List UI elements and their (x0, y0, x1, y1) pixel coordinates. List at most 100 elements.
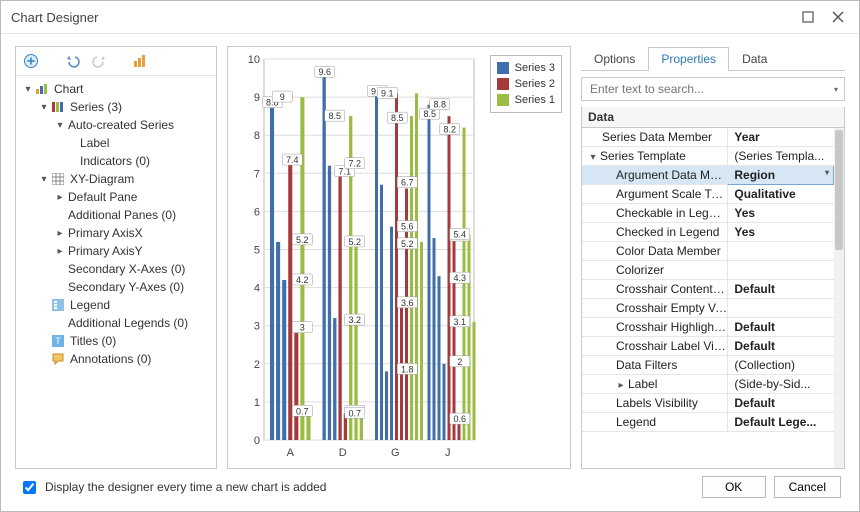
chart-preview-panel: Series 3 Series 2 Series 1 012345678910A… (227, 46, 571, 469)
svg-text:8.2: 8.2 (443, 125, 456, 135)
svg-text:4.3: 4.3 (453, 273, 466, 283)
property-row[interactable]: Argument Scale TypeQualitative (582, 185, 834, 204)
tree-node-autocreated[interactable]: ▾Auto-created Series (20, 116, 212, 134)
legend-icon (50, 298, 66, 312)
tree-node-annotations[interactable]: Annotations (0) (20, 350, 212, 368)
tree-node-additionalpanes[interactable]: Additional Panes (0) (20, 206, 212, 224)
series-icon (50, 100, 66, 114)
close-icon[interactable] (827, 6, 849, 28)
tree-node-secondaryx[interactable]: Secondary X-Axes (0) (20, 260, 212, 278)
tree-node-secondaryy[interactable]: Secondary Y-Axes (0) (20, 278, 212, 296)
tab-properties[interactable]: Properties (648, 47, 729, 71)
tree-node-primaryaxisy[interactable]: ▸Primary AxisY (20, 242, 212, 260)
tree-node-legend[interactable]: Legend (20, 296, 212, 314)
property-row[interactable]: Series Data MemberYear (582, 128, 834, 147)
svg-text:A: A (287, 447, 295, 459)
tree-node-chart[interactable]: ▾Chart (20, 80, 212, 98)
tree-node-addlegends[interactable]: Additional Legends (0) (20, 314, 212, 332)
window-title: Chart Designer (11, 10, 98, 25)
svg-text:D: D (339, 447, 347, 459)
cancel-button[interactable]: Cancel (774, 476, 841, 498)
chart-icon (34, 82, 50, 96)
svg-text:1: 1 (254, 397, 260, 409)
chart-preview: Series 3 Series 2 Series 1 012345678910A… (227, 46, 571, 469)
svg-text:8: 8 (254, 130, 260, 142)
svg-text:7.4: 7.4 (286, 155, 299, 165)
svg-text:0: 0 (254, 435, 260, 447)
property-row[interactable]: Checkable in LegendYes (582, 204, 834, 223)
display-designer-checkbox[interactable]: Display the designer every time a new ch… (19, 478, 326, 497)
titlebar: Chart Designer (1, 1, 859, 34)
tree-node-titles[interactable]: TTitles (0) (20, 332, 212, 350)
scrollbar[interactable] (834, 128, 844, 468)
redo-icon[interactable] (90, 52, 108, 70)
tab-data[interactable]: Data (729, 47, 780, 71)
svg-text:8.5: 8.5 (391, 113, 404, 123)
svg-text:6.7: 6.7 (401, 178, 414, 188)
property-row[interactable]: Data Filters(Collection) (582, 356, 834, 375)
search-input[interactable] (588, 81, 830, 97)
svg-text:7: 7 (254, 168, 260, 180)
property-row[interactable]: Color Data Member (582, 242, 834, 261)
svg-text:7.2: 7.2 (348, 159, 361, 169)
tree-node-primaryaxisx[interactable]: ▸Primary AxisX (20, 224, 212, 242)
property-row[interactable]: Crosshair Highlight Po...Default (582, 318, 834, 337)
svg-text:8.8: 8.8 (433, 100, 446, 110)
svg-text:10: 10 (248, 54, 260, 66)
property-row[interactable]: Checked in LegendYes (582, 223, 834, 242)
property-row[interactable]: Colorizer (582, 261, 834, 280)
property-row[interactable]: LegendDefault Lege... (582, 413, 834, 432)
tree-node-label[interactable]: Label (20, 134, 212, 152)
svg-text:4.2: 4.2 (296, 275, 309, 285)
structure-toolbar (16, 47, 216, 76)
svg-text:3: 3 (300, 323, 305, 333)
svg-text:8.5: 8.5 (328, 111, 341, 121)
svg-text:0.7: 0.7 (296, 406, 309, 416)
svg-text:0.6: 0.6 (453, 414, 466, 424)
property-row[interactable]: Crosshair Label VisibilityDefault (582, 337, 834, 356)
tab-options[interactable]: Options (581, 47, 648, 71)
add-icon[interactable] (22, 52, 40, 70)
maximize-icon[interactable] (797, 6, 819, 28)
property-row[interactable]: Labels VisibilityDefault (582, 394, 834, 413)
undo-icon[interactable] (64, 52, 82, 70)
structure-tree[interactable]: ▾Chart ▾Series (3) ▾Auto-created Series … (16, 76, 216, 468)
svg-text:T: T (55, 336, 61, 346)
grid-icon (50, 172, 66, 186)
svg-text:9.6: 9.6 (318, 67, 331, 77)
svg-text:3.6: 3.6 (401, 298, 414, 308)
svg-text:9: 9 (280, 92, 285, 102)
chart-type-icon[interactable] (132, 52, 150, 70)
property-search[interactable]: ▾ (581, 77, 845, 101)
svg-text:5.2: 5.2 (348, 237, 361, 247)
property-row[interactable]: Crosshair Content Sh...Default (582, 280, 834, 299)
tree-node-series[interactable]: ▾Series (3) (20, 98, 212, 116)
svg-text:3.2: 3.2 (348, 315, 361, 325)
structure-panel: ▾Chart ▾Series (3) ▾Auto-created Series … (15, 46, 217, 469)
svg-text:5.2: 5.2 (401, 239, 414, 249)
property-row[interactable]: Crosshair Empty Valu... (582, 299, 834, 318)
ok-button[interactable]: OK (702, 476, 766, 498)
svg-text:3.1: 3.1 (453, 317, 466, 327)
svg-text:2: 2 (457, 357, 462, 367)
property-grid[interactable]: Series Data MemberYear▾Series Template(S… (581, 128, 845, 469)
checkbox-input[interactable] (23, 481, 36, 494)
tree-node-defaultpane[interactable]: ▸Default Pane (20, 188, 212, 206)
svg-text:G: G (391, 447, 400, 459)
properties-tabs: Options Properties Data (581, 46, 845, 71)
tree-node-xydiagram[interactable]: ▾XY-Diagram (20, 170, 212, 188)
scroll-thumb[interactable] (835, 130, 843, 250)
annotation-icon (50, 352, 66, 366)
svg-text:4: 4 (254, 283, 260, 295)
svg-text:6: 6 (254, 206, 260, 218)
svg-text:3: 3 (254, 321, 260, 333)
property-row[interactable]: ▸Label(Side-by-Sid... (582, 375, 834, 394)
property-row[interactable]: ▾Series Template(Series Templa... (582, 147, 834, 166)
svg-text:0.7: 0.7 (348, 408, 361, 418)
chart-designer-window: Chart Designer (0, 0, 860, 512)
property-row[interactable]: Argument Data MemberRegion▾ (582, 166, 834, 185)
chevron-down-icon[interactable]: ▾ (834, 85, 838, 94)
svg-text:5: 5 (254, 245, 260, 257)
svg-text:1.8: 1.8 (401, 364, 414, 374)
tree-node-indicators[interactable]: Indicators (0) (20, 152, 212, 170)
